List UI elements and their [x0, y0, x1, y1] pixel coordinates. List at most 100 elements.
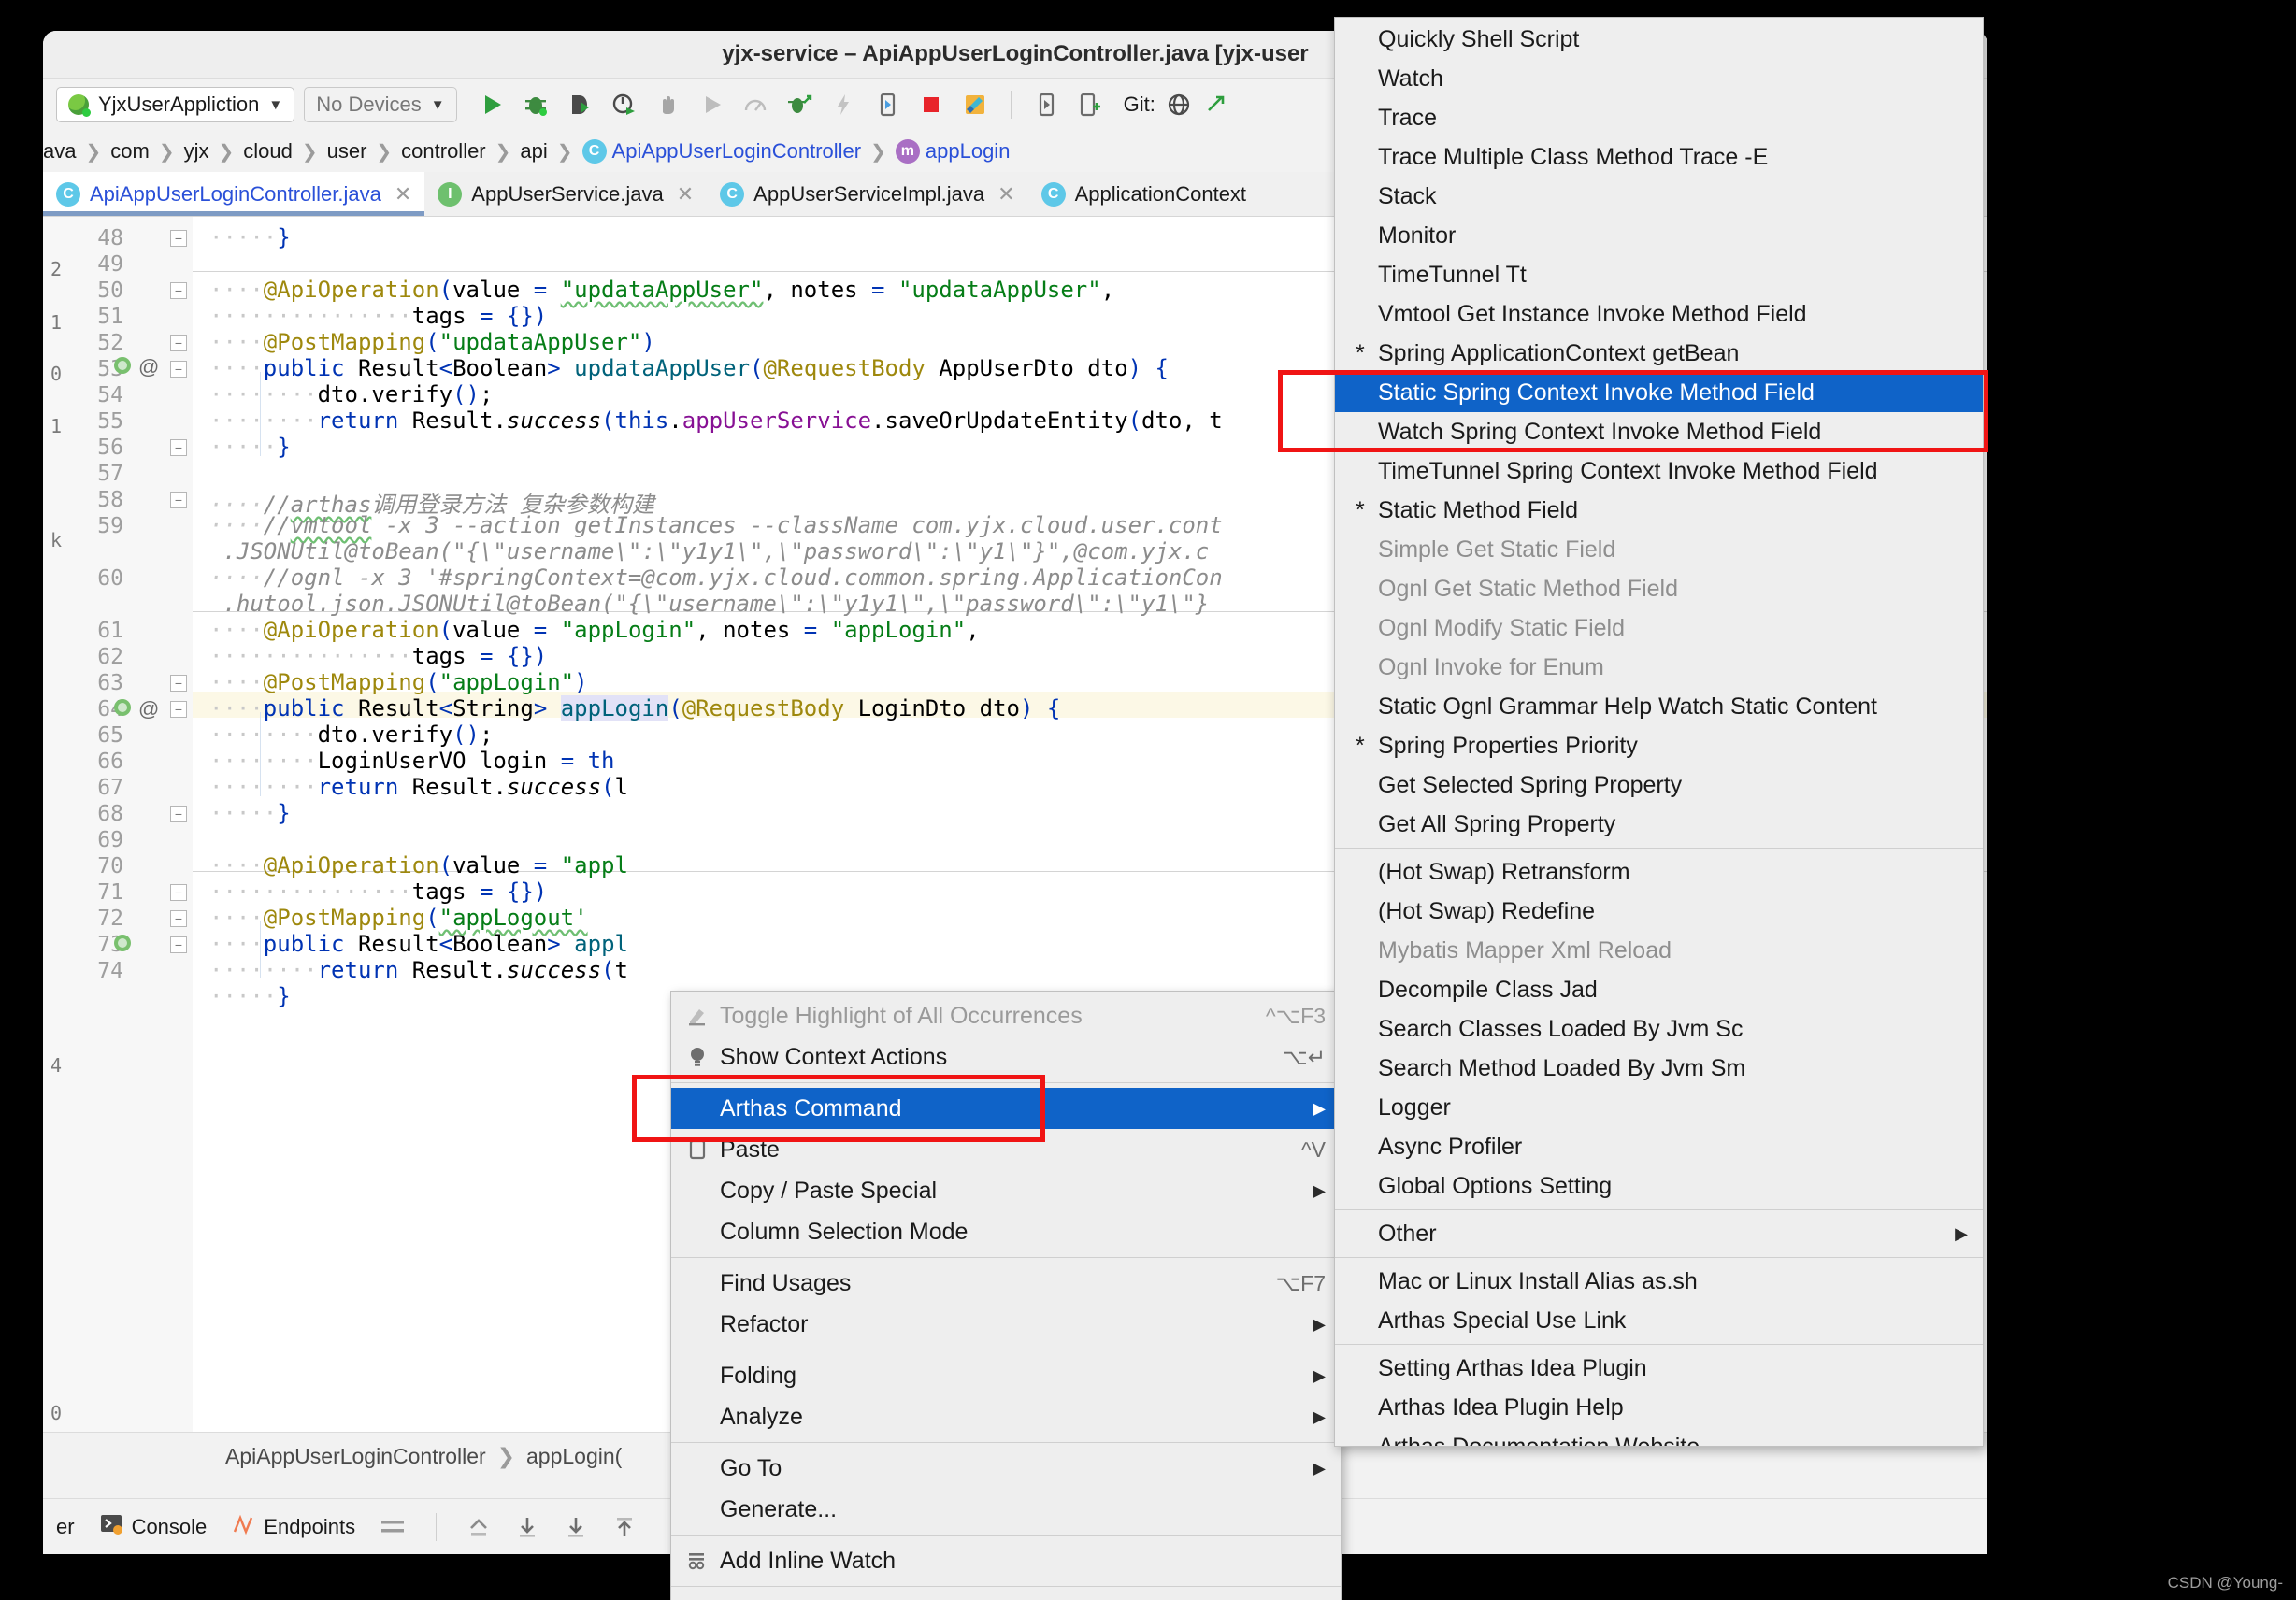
step-up-icon[interactable]	[466, 1515, 491, 1539]
fold-marker[interactable]: −	[170, 335, 187, 351]
fold-marker[interactable]: −	[170, 910, 187, 927]
arthas-item-hotswap-redefine[interactable]: (Hot Swap) Redefine	[1335, 892, 1983, 931]
arthas-item-stack[interactable]: Stack	[1335, 177, 1983, 216]
arthas-item-ognl-modify-static-field[interactable]: Ognl Modify Static Field	[1335, 608, 1983, 648]
close-icon[interactable]: ✕	[395, 182, 411, 207]
arthas-item-quickly-shell-script[interactable]: Quickly Shell Script	[1335, 20, 1983, 59]
tool-window-endpoints[interactable]: Endpoints	[231, 1512, 355, 1542]
arthas-item-static-spring-context-invoke[interactable]: Static Spring Context Invoke Method Fiel…	[1335, 373, 1983, 412]
tool-window-er[interactable]: er	[56, 1515, 75, 1539]
arthas-item-async-profiler[interactable]: Async Profiler	[1335, 1127, 1983, 1166]
bottom-breadcrumb-class[interactable]: ApiAppUserLoginController	[225, 1444, 486, 1469]
fold-marker[interactable]: −	[170, 282, 187, 299]
arthas-item-timetunnel-tt[interactable]: TimeTunnel Tt	[1335, 255, 1983, 294]
stop-icon[interactable]	[917, 91, 945, 119]
step-down-icon[interactable]	[515, 1515, 539, 1539]
arthas-item-mybatis-mapper-xml-reload[interactable]: Mybatis Mapper Xml Reload	[1335, 931, 1983, 970]
editor-context-menu[interactable]: Toggle Highlight of All Occurrences ^⌥F3…	[670, 991, 1342, 1600]
menu-item-arthas-command[interactable]: Arthas Command ▶	[671, 1088, 1341, 1129]
arthas-item-trace[interactable]: Trace	[1335, 98, 1983, 137]
menu-item-compile-and-reload-file[interactable]: Compile And Reload File	[671, 1592, 1341, 1600]
arthas-item-logger[interactable]: Logger	[1335, 1088, 1983, 1127]
annotation-gutter-icon[interactable]: @	[138, 355, 159, 379]
breadcrumb-item-2[interactable]: yjx	[184, 139, 209, 164]
arthas-item-static-method-field[interactable]: * Static Method Field	[1335, 491, 1983, 530]
menu-item-column-selection-mode[interactable]: Column Selection Mode	[671, 1211, 1341, 1252]
breadcrumb-item-6[interactable]: api	[520, 139, 547, 164]
arthas-item-watch-spring-context-invoke[interactable]: Watch Spring Context Invoke Method Field	[1335, 412, 1983, 451]
arthas-item-timetunnel-spring-context-invoke[interactable]: TimeTunnel Spring Context Invoke Method …	[1335, 451, 1983, 491]
step-up-alt-icon[interactable]	[612, 1515, 637, 1539]
debug-icon[interactable]	[522, 91, 550, 119]
editor-gutter[interactable]: 48 49 50 51 52 53 54 55 56 57 58 59 60 6…	[71, 217, 193, 1432]
menu-item-go-to[interactable]: Go To ▶	[671, 1448, 1341, 1489]
fold-marker[interactable]: −	[170, 701, 187, 718]
menu-item-folding[interactable]: Folding ▶	[671, 1355, 1341, 1396]
menu-item-copy-paste-special[interactable]: Copy / Paste Special ▶	[671, 1170, 1341, 1211]
arthas-item-ognl-invoke-for-enum[interactable]: Ognl Invoke for Enum	[1335, 648, 1983, 687]
arthas-item-vmtool-get-instance[interactable]: Vmtool Get Instance Invoke Method Field	[1335, 294, 1983, 334]
menu-item-toggle-highlight[interactable]: Toggle Highlight of All Occurrences ^⌥F3	[671, 995, 1341, 1036]
arthas-item-arthas-idea-plugin-help[interactable]: Arthas Idea Plugin Help	[1335, 1388, 1983, 1427]
bottom-breadcrumb-method[interactable]: appLogin(	[526, 1444, 622, 1469]
profile-icon[interactable]	[610, 91, 638, 119]
breadcrumb-item-7[interactable]: ApiAppUserLoginController	[612, 139, 862, 164]
device-add-icon[interactable]	[1077, 91, 1105, 119]
menu-item-analyze[interactable]: Analyze ▶	[671, 1396, 1341, 1437]
menu-item-show-context-actions[interactable]: Show Context Actions ⌥↵	[671, 1036, 1341, 1078]
arthas-item-ognl-get-static-method-field[interactable]: Ognl Get Static Method Field	[1335, 569, 1983, 608]
breadcrumb-item-8[interactable]: appLogin	[926, 139, 1011, 164]
arthas-item-search-classes-loaded[interactable]: Search Classes Loaded By Jvm Sc	[1335, 1009, 1983, 1049]
arthas-item-get-all-spring-property[interactable]: Get All Spring Property	[1335, 805, 1983, 844]
menu-item-refactor[interactable]: Refactor ▶	[671, 1304, 1341, 1345]
annotation-gutter-icon[interactable]: @	[138, 697, 159, 721]
arthas-item-arthas-documentation-website[interactable]: Arthas Documentation Website	[1335, 1427, 1983, 1447]
arthas-item-static-ognl-grammar-help[interactable]: Static Ognl Grammar Help Watch Static Co…	[1335, 687, 1983, 726]
arthas-item-search-method-loaded[interactable]: Search Method Loaded By Jvm Sm	[1335, 1049, 1983, 1088]
close-icon[interactable]: ✕	[677, 182, 694, 207]
spring-bean-gutter-icon[interactable]	[112, 697, 133, 723]
fold-marker[interactable]: −	[170, 675, 187, 692]
tool-window-console[interactable]: Console	[99, 1512, 207, 1542]
tab-ApiAppUserLoginController[interactable]: C ApiAppUserLoginController.java ✕	[43, 172, 425, 216]
step-down-alt-icon[interactable]	[564, 1515, 588, 1539]
arthas-item-monitor[interactable]: Monitor	[1335, 216, 1983, 255]
breadcrumb-item-4[interactable]: user	[327, 139, 367, 164]
spring-bean-gutter-icon[interactable]	[112, 933, 133, 959]
arthas-item-arthas-special-use-link[interactable]: Arthas Special Use Link	[1335, 1301, 1983, 1340]
fold-marker[interactable]: −	[170, 230, 187, 247]
arthas-item-watch[interactable]: Watch	[1335, 59, 1983, 98]
tab-AppUserServiceImpl[interactable]: C AppUserServiceImpl.java ✕	[707, 172, 1027, 216]
breadcrumb-item-5[interactable]: controller	[401, 139, 485, 164]
flutter-icon[interactable]	[961, 91, 989, 119]
git-commit-icon[interactable]	[1202, 91, 1230, 119]
close-icon[interactable]: ✕	[997, 182, 1014, 207]
arthas-item-hotswap-retransform[interactable]: (Hot Swap) Retransform	[1335, 852, 1983, 892]
arthas-item-simple-get-static-field[interactable]: Simple Get Static Field	[1335, 530, 1983, 569]
arthas-item-mac-linux-install-alias[interactable]: Mac or Linux Install Alias as.sh	[1335, 1262, 1983, 1301]
arthas-item-global-options-setting[interactable]: Global Options Setting	[1335, 1166, 1983, 1206]
menu-item-generate[interactable]: Generate...	[671, 1489, 1341, 1530]
fold-marker[interactable]: −	[170, 439, 187, 456]
fold-marker[interactable]: −	[170, 361, 187, 378]
arthas-item-setting-arthas-idea-plugin[interactable]: Setting Arthas Idea Plugin	[1335, 1349, 1983, 1388]
arthas-item-decompile-class-jad[interactable]: Decompile Class Jad	[1335, 970, 1983, 1009]
device-icon[interactable]	[873, 91, 901, 119]
arthas-item-other[interactable]: Other ▶	[1335, 1214, 1983, 1253]
menu-item-add-inline-watch[interactable]: Add Inline Watch	[671, 1540, 1341, 1581]
menu-lines-icon[interactable]	[380, 1517, 406, 1537]
tab-ApplicationContext[interactable]: C ApplicationContext	[1028, 172, 1259, 216]
debug-attach-icon[interactable]	[785, 91, 813, 119]
breadcrumb-item-1[interactable]: com	[110, 139, 150, 164]
run-configuration-selector[interactable]: YjxUserAppliction ▼	[56, 87, 295, 122]
fold-marker[interactable]: −	[170, 936, 187, 953]
fold-marker[interactable]: −	[170, 806, 187, 822]
arthas-item-trace-multiple[interactable]: Trace Multiple Class Method Trace -E	[1335, 137, 1983, 177]
tab-AppUserService[interactable]: I AppUserService.java ✕	[424, 172, 707, 216]
spring-bean-gutter-icon[interactable]	[112, 355, 133, 381]
run-icon[interactable]	[478, 91, 506, 119]
breadcrumb-item-3[interactable]: cloud	[243, 139, 293, 164]
fold-marker[interactable]: −	[170, 492, 187, 508]
git-update-icon[interactable]	[1165, 91, 1193, 119]
device-selector[interactable]: No Devices ▼	[304, 87, 457, 122]
